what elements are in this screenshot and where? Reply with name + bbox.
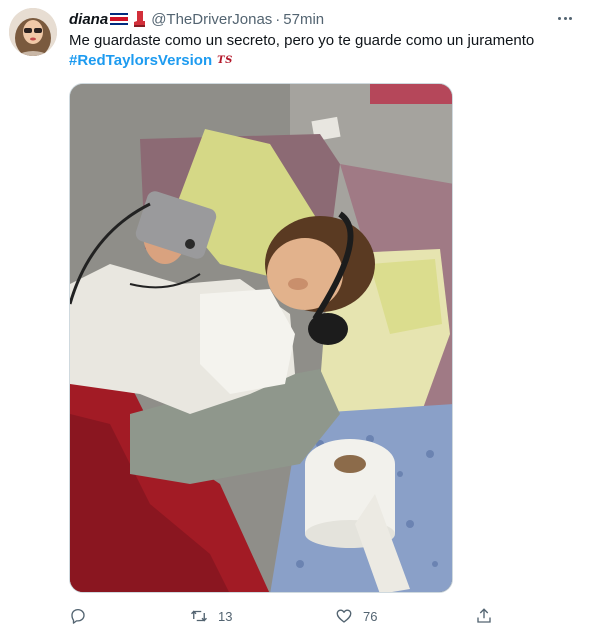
share-icon [477, 608, 491, 623]
tweet-text: Me guardaste como un secreto, pero yo te… [69, 32, 535, 49]
ts-hashflag-icon: TS [217, 55, 233, 66]
like-count: 76 [363, 608, 378, 624]
hashtag-line: #RedTaylorsVersion TS [69, 51, 233, 71]
costa-rica-flag-icon [110, 13, 129, 25]
avatar-image [9, 8, 57, 56]
display-name[interactable]: diana [69, 11, 108, 28]
heart-icon [336, 609, 352, 623]
tweet-actions: 13 76 [69, 605, 499, 627]
red-boot-icon [134, 11, 146, 27]
share-button[interactable] [475, 605, 493, 627]
like-button[interactable]: 76 [335, 605, 377, 627]
tweet-header: diana @TheDriverJonas · 57min [69, 9, 324, 29]
photo-image [70, 84, 452, 592]
more-icon[interactable] [554, 8, 576, 28]
hashtag-link[interactable]: #RedTaylorsVersion [69, 51, 212, 71]
reply-icon [71, 608, 85, 624]
timestamp[interactable]: 57min [283, 11, 324, 28]
tweet-photo[interactable] [69, 83, 453, 593]
retweet-button[interactable]: 13 [190, 605, 232, 627]
avatar[interactable] [9, 8, 57, 56]
reply-button[interactable] [69, 605, 97, 627]
retweet-count: 13 [218, 608, 233, 624]
separator: · [275, 10, 281, 28]
retweet-icon [191, 610, 207, 622]
tweet[interactable]: diana @TheDriverJonas · 57min Me guardas… [0, 0, 589, 636]
user-handle[interactable]: @TheDriverJonas [151, 11, 272, 28]
